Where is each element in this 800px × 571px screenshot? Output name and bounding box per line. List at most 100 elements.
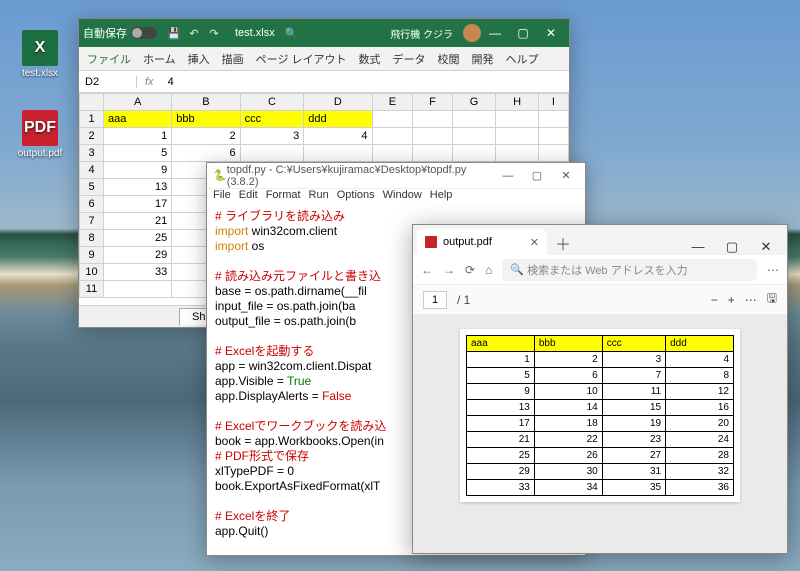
- column-header[interactable]: F: [413, 94, 452, 111]
- autosave-toggle[interactable]: 自動保存: [83, 25, 157, 41]
- formula-input[interactable]: 4: [162, 76, 180, 88]
- browser-tab[interactable]: output.pdf ✕: [417, 229, 547, 255]
- cell[interactable]: 1: [104, 128, 172, 145]
- menu-item[interactable]: Edit: [239, 189, 258, 207]
- editor-titlebar[interactable]: 🐍 topdf.py - C:¥Users¥kujiramac¥Desktop¥…: [207, 163, 585, 189]
- menu-item[interactable]: Options: [337, 189, 375, 207]
- cell[interactable]: [372, 145, 413, 162]
- menu-item[interactable]: Help: [430, 189, 453, 207]
- refresh-button[interactable]: ⟳: [465, 263, 475, 277]
- forward-button[interactable]: →: [443, 263, 455, 277]
- cell[interactable]: aaa: [104, 111, 172, 128]
- cell[interactable]: [413, 145, 452, 162]
- cell[interactable]: [538, 128, 568, 145]
- more-icon[interactable]: ⋯: [745, 293, 757, 307]
- cell[interactable]: 29: [104, 247, 172, 264]
- cell[interactable]: [452, 111, 496, 128]
- cell[interactable]: 21: [104, 213, 172, 230]
- desktop-icon-pdf[interactable]: PDF output.pdf: [10, 110, 70, 159]
- cell[interactable]: [304, 145, 372, 162]
- cell[interactable]: ccc: [240, 111, 304, 128]
- ribbon-tab[interactable]: 数式: [359, 51, 381, 67]
- zoom-out-button[interactable]: −: [711, 293, 718, 307]
- row-header[interactable]: 3: [80, 145, 104, 162]
- address-bar[interactable]: 🔍 検索または Web アドレスを入力: [502, 259, 757, 281]
- excel-titlebar[interactable]: 自動保存 💾 ↶ ↷ test.xlsx 🔍 飛行機 クジラ — ▢ ✕: [79, 19, 569, 47]
- row-header[interactable]: 1: [80, 111, 104, 128]
- cell[interactable]: [496, 111, 538, 128]
- zoom-in-button[interactable]: +: [728, 293, 735, 307]
- cell[interactable]: 17: [104, 196, 172, 213]
- ribbon-tab[interactable]: 開発: [472, 51, 494, 67]
- excel-username[interactable]: 飛行機 クジラ: [308, 26, 453, 41]
- close-tab-icon[interactable]: ✕: [530, 236, 539, 249]
- column-header[interactable]: G: [452, 94, 496, 111]
- row-header[interactable]: 2: [80, 128, 104, 145]
- row-header[interactable]: 5: [80, 179, 104, 196]
- column-header[interactable]: B: [172, 94, 240, 111]
- cell[interactable]: 25: [104, 230, 172, 247]
- cell[interactable]: bbb: [172, 111, 240, 128]
- cell[interactable]: [452, 145, 496, 162]
- minimize-button[interactable]: —: [495, 170, 521, 182]
- ribbon-tab[interactable]: データ: [393, 51, 426, 67]
- desktop-icon-xlsx[interactable]: X test.xlsx: [10, 30, 70, 79]
- cell[interactable]: 4: [304, 128, 372, 145]
- redo-icon[interactable]: ↷: [207, 27, 221, 40]
- cell[interactable]: 9: [104, 162, 172, 179]
- cell[interactable]: [240, 145, 304, 162]
- cell[interactable]: 13: [104, 179, 172, 196]
- save-icon[interactable]: 🖫: [767, 289, 777, 310]
- cell[interactable]: 3: [240, 128, 304, 145]
- menu-item[interactable]: Run: [309, 189, 329, 207]
- cell[interactable]: [413, 128, 452, 145]
- row-header[interactable]: 8: [80, 230, 104, 247]
- search-icon[interactable]: 🔍: [285, 27, 299, 40]
- row-header[interactable]: 6: [80, 196, 104, 213]
- maximize-button[interactable]: ▢: [509, 26, 537, 40]
- cell[interactable]: 5: [104, 145, 172, 162]
- ribbon-tab[interactable]: ページ レイアウト: [256, 51, 347, 67]
- cell[interactable]: ddd: [304, 111, 372, 128]
- menu-item[interactable]: Window: [383, 189, 422, 207]
- cell[interactable]: [496, 145, 538, 162]
- cell[interactable]: [452, 128, 496, 145]
- column-header[interactable]: I: [538, 94, 568, 111]
- minimize-button[interactable]: —: [481, 26, 509, 40]
- page-number-input[interactable]: [423, 291, 447, 309]
- row-header[interactable]: 7: [80, 213, 104, 230]
- new-tab-button[interactable]: ＋: [547, 231, 579, 255]
- home-button[interactable]: ⌂: [485, 263, 492, 277]
- toggle-icon[interactable]: [131, 27, 157, 39]
- row-header[interactable]: 9: [80, 247, 104, 264]
- column-header[interactable]: H: [496, 94, 538, 111]
- cell[interactable]: 2: [172, 128, 240, 145]
- menu-icon[interactable]: ⋯: [767, 263, 779, 277]
- close-button[interactable]: ✕: [537, 26, 565, 40]
- cell[interactable]: [104, 281, 172, 298]
- undo-icon[interactable]: ↶: [187, 27, 201, 40]
- fx-label[interactable]: fx: [137, 76, 162, 88]
- row-header[interactable]: 4: [80, 162, 104, 179]
- column-header[interactable]: E: [372, 94, 413, 111]
- close-button[interactable]: ✕: [553, 169, 579, 182]
- close-button[interactable]: ✕: [749, 239, 783, 255]
- cell[interactable]: [496, 128, 538, 145]
- menu-item[interactable]: File: [213, 189, 231, 207]
- menu-item[interactable]: Format: [266, 189, 301, 207]
- column-header[interactable]: C: [240, 94, 304, 111]
- ribbon-tab[interactable]: ファイル: [87, 51, 131, 67]
- ribbon-tab[interactable]: 校閲: [438, 51, 460, 67]
- select-all-corner[interactable]: [80, 94, 104, 111]
- cell[interactable]: 6: [172, 145, 240, 162]
- row-header[interactable]: 11: [80, 281, 104, 298]
- ribbon-tab[interactable]: 描画: [222, 51, 244, 67]
- back-button[interactable]: ←: [421, 263, 433, 277]
- cell[interactable]: [372, 128, 413, 145]
- pdf-viewport[interactable]: aaabbbcccddd1234567891011121314151617181…: [413, 315, 787, 553]
- ribbon-tab[interactable]: ホーム: [143, 51, 176, 67]
- name-box[interactable]: D2: [79, 76, 137, 88]
- cell[interactable]: [538, 111, 568, 128]
- minimize-button[interactable]: —: [681, 239, 715, 255]
- column-header[interactable]: D: [304, 94, 372, 111]
